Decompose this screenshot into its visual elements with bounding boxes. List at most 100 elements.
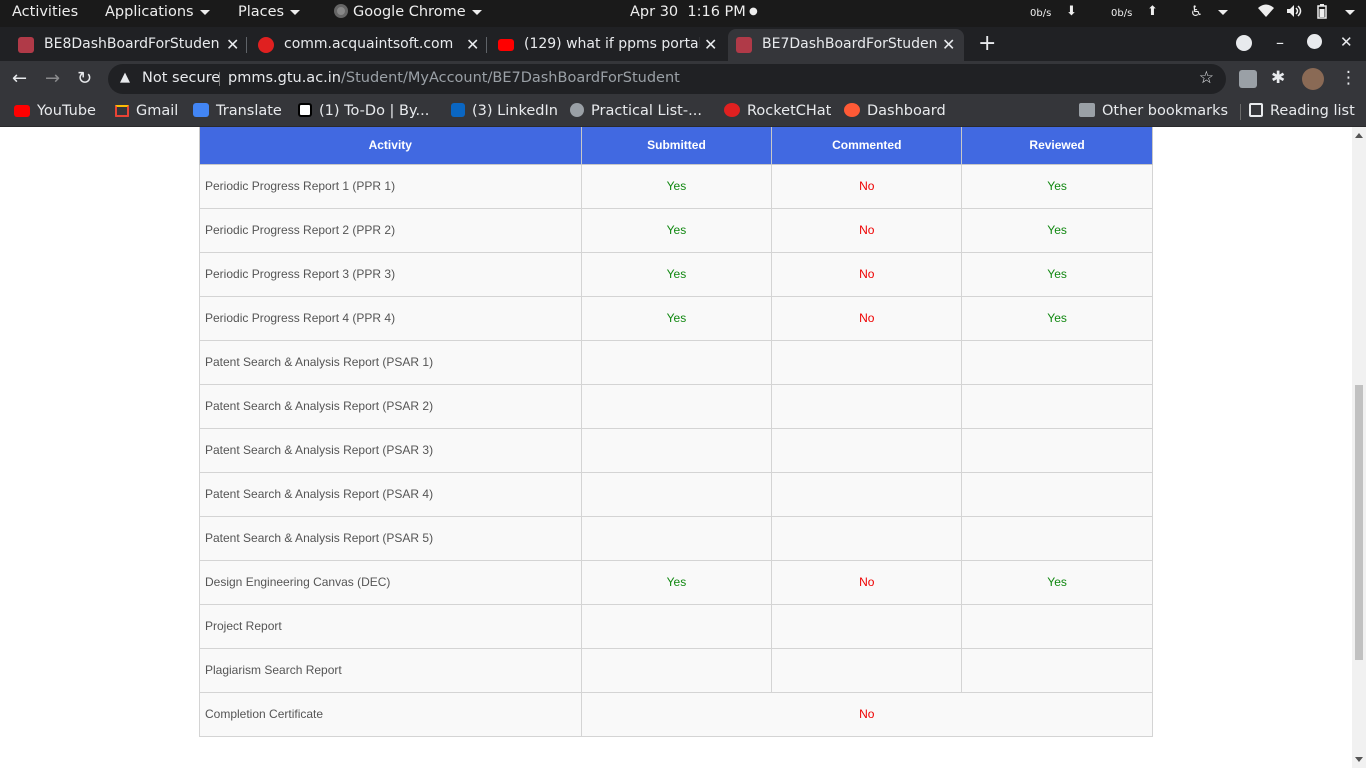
clock[interactable]: Apr 30 1:16 PM bbox=[630, 4, 746, 20]
places-menu[interactable]: Places bbox=[238, 4, 301, 20]
commented-cell bbox=[771, 515, 963, 561]
column-header-reviewed: Reviewed bbox=[961, 127, 1153, 165]
upload-arrow-icon: ⬆ bbox=[1147, 4, 1158, 19]
bookmark-label: Practical List-... bbox=[591, 103, 702, 119]
other-bookmarks[interactable]: Other bookmarks bbox=[1079, 103, 1228, 119]
places-label: Places bbox=[238, 4, 285, 20]
tab-acquaintsoft[interactable]: comm.acquaintsoft.com ✕ bbox=[250, 29, 486, 61]
profile-avatar[interactable] bbox=[1302, 68, 1324, 90]
bookmark-label: (1) To-Do | By... bbox=[319, 103, 430, 119]
accessibility-menu-chevron-icon[interactable] bbox=[1212, 4, 1228, 20]
bookmark-youtube[interactable]: YouTube bbox=[14, 103, 96, 119]
extension-icon[interactable] bbox=[1239, 70, 1257, 88]
tab-strip: BE8DashBoardForStuden ✕ comm.acquaintsof… bbox=[0, 27, 1366, 61]
reading-list[interactable]: Reading list bbox=[1249, 103, 1355, 119]
app-menu[interactable]: Google Chrome bbox=[334, 4, 482, 20]
table-row: Plagiarism Search Report bbox=[199, 647, 1153, 693]
table-row: Periodic Progress Report 3 (PPR 3) Yes No Y… bbox=[199, 251, 1153, 297]
table-row: Patent Search & Analysis Report (PSAR 3) bbox=[199, 427, 1153, 473]
bookmark-label: Translate bbox=[216, 103, 282, 119]
chevron-down-icon bbox=[290, 9, 301, 15]
scroll-down-arrow-icon[interactable] bbox=[1355, 757, 1363, 762]
applications-menu[interactable]: Applications bbox=[105, 4, 210, 20]
activity-cell: Periodic Progress Report 4 (PPR 4) bbox=[199, 295, 582, 341]
volume-icon[interactable] bbox=[1286, 4, 1302, 22]
bookmark-todo[interactable]: (1) To-Do | By... bbox=[298, 103, 429, 119]
close-tab-icon[interactable]: ✕ bbox=[704, 35, 717, 54]
url-text[interactable]: pmms.gtu.ac.in/Student/MyAccount/BE7Dash… bbox=[228, 70, 680, 86]
kebab-menu-icon[interactable]: ⋮ bbox=[1340, 68, 1357, 88]
tab-title: comm.acquaintsoft.com bbox=[284, 36, 454, 52]
bookmark-label: RocketCHat bbox=[747, 103, 832, 119]
bookmark-gmail[interactable]: Gmail bbox=[115, 103, 178, 119]
submitted-cell bbox=[580, 515, 773, 561]
close-tab-icon[interactable]: ✕ bbox=[466, 35, 479, 54]
bookmark-practical-list[interactable]: Practical List-... bbox=[570, 103, 702, 119]
chrome-icon bbox=[334, 4, 348, 18]
browser-toolbar: ← → ↻ ▲ Not secure pmms.gtu.ac.in/Studen… bbox=[0, 61, 1366, 97]
chevron-down-icon bbox=[471, 9, 482, 15]
bookmark-label: YouTube bbox=[37, 103, 96, 119]
scroll-up-arrow-icon[interactable] bbox=[1355, 133, 1363, 138]
minimize-icon[interactable]: – bbox=[1276, 33, 1284, 52]
reload-icon[interactable]: ↻ bbox=[77, 68, 92, 89]
reviewed-cell: Yes bbox=[961, 295, 1153, 341]
tab-be7-dashboard[interactable]: BE7DashBoardForStuden ✕ bbox=[728, 29, 964, 61]
submitted-cell: Yes bbox=[580, 559, 773, 605]
rocketchat-icon bbox=[724, 103, 740, 117]
bookmark-star-icon[interactable]: ☆ bbox=[1199, 68, 1214, 88]
tab-separator bbox=[246, 37, 247, 53]
system-menu-chevron-icon[interactable] bbox=[1339, 4, 1355, 20]
activity-cell: Patent Search & Analysis Report (PSAR 2) bbox=[199, 383, 582, 429]
bookmark-dashboard[interactable]: Dashboard bbox=[844, 103, 946, 119]
url-path: /Student/MyAccount/BE7DashBoardForStuden… bbox=[341, 70, 680, 86]
warning-triangle-icon[interactable]: ▲ bbox=[120, 70, 130, 85]
applications-label: Applications bbox=[105, 4, 194, 20]
bookmark-rocketchat[interactable]: RocketCHat bbox=[724, 103, 831, 119]
time-label: 1:16 PM bbox=[687, 4, 746, 20]
activity-cell: Design Engineering Canvas (DEC) bbox=[199, 559, 582, 605]
submitted-cell: Yes bbox=[580, 163, 773, 209]
bookmarks-separator bbox=[1240, 104, 1241, 120]
bookmark-translate[interactable]: Translate bbox=[193, 103, 282, 119]
bookmark-linkedin[interactable]: (3) LinkedIn bbox=[451, 103, 558, 119]
wifi-icon[interactable] bbox=[1258, 4, 1274, 22]
notification-dot-icon: ● bbox=[749, 6, 758, 17]
back-arrow-icon[interactable]: ← bbox=[12, 68, 27, 89]
forward-arrow-icon[interactable]: → bbox=[45, 68, 60, 89]
activities-button[interactable]: Activities bbox=[12, 4, 78, 20]
submitted-cell: Yes bbox=[580, 295, 773, 341]
address-bar[interactable]: ▲ Not secure pmms.gtu.ac.in/Student/MyAc… bbox=[108, 64, 1226, 94]
activity-cell: Patent Search & Analysis Report (PSAR 4) bbox=[199, 471, 582, 517]
tab-youtube[interactable]: (129) what if ppms portal ✕ bbox=[490, 29, 726, 61]
tab-be8-dashboard[interactable]: BE8DashBoardForStuden ✕ bbox=[10, 29, 246, 61]
submitted-cell bbox=[580, 339, 773, 385]
close-window-icon[interactable]: ✕ bbox=[1340, 33, 1353, 51]
new-tab-plus-icon[interactable]: + bbox=[978, 31, 996, 56]
puzzle-extensions-icon[interactable]: ✱ bbox=[1271, 68, 1285, 88]
activity-cell: Periodic Progress Report 3 (PPR 3) bbox=[199, 251, 582, 297]
restore-icon[interactable] bbox=[1307, 34, 1322, 49]
reviewed-cell: Yes bbox=[961, 163, 1153, 209]
page-content: Activity Submitted Commented Reviewed Pe… bbox=[0, 127, 1366, 768]
column-header-submitted: Submitted bbox=[580, 127, 773, 165]
close-tab-icon[interactable]: ✕ bbox=[942, 35, 955, 54]
commented-cell: No bbox=[771, 559, 963, 605]
vertical-scrollbar[interactable] bbox=[1352, 127, 1366, 768]
accessibility-icon[interactable]: ♿︎ bbox=[1190, 4, 1203, 20]
gtu-favicon-icon bbox=[736, 37, 752, 53]
commented-cell bbox=[771, 427, 963, 473]
commented-cell: No bbox=[771, 207, 963, 253]
battery-icon[interactable] bbox=[1317, 4, 1327, 23]
scrollbar-thumb[interactable] bbox=[1355, 385, 1363, 660]
security-label[interactable]: Not secure bbox=[142, 70, 220, 86]
tab-title: (129) what if ppms portal bbox=[524, 36, 700, 52]
tab-search-icon[interactable] bbox=[1236, 35, 1252, 51]
commented-cell: No bbox=[771, 163, 963, 209]
table-row: Patent Search & Analysis Report (PSAR 2) bbox=[199, 383, 1153, 429]
commented-cell bbox=[771, 339, 963, 385]
table-row: Periodic Progress Report 2 (PPR 2) Yes No Y… bbox=[199, 207, 1153, 253]
dashboard-icon bbox=[844, 103, 860, 117]
close-tab-icon[interactable]: ✕ bbox=[226, 35, 239, 54]
activity-cell: Periodic Progress Report 1 (PPR 1) bbox=[199, 163, 582, 209]
